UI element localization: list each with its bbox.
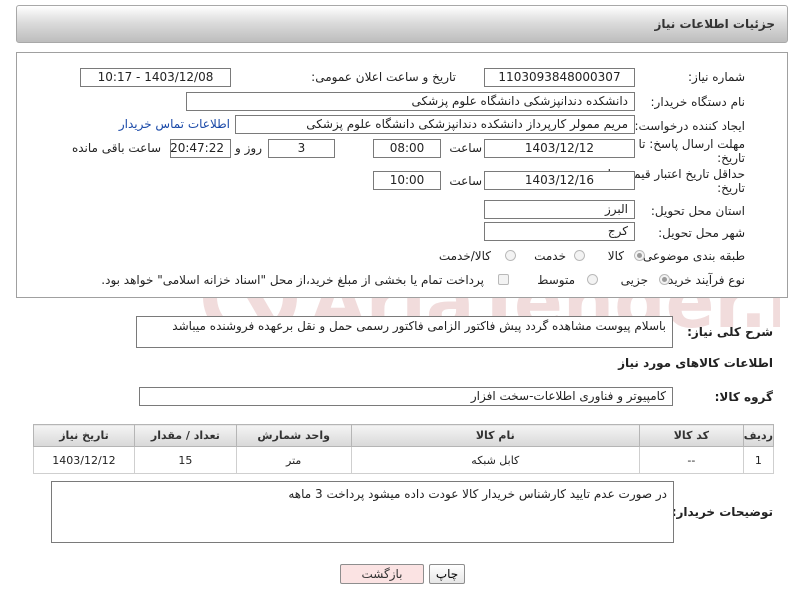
- announce-datetime-field[interactable]: 1403/12/08 - 10:17: [80, 68, 231, 87]
- page-title: جزئیات اطلاعات نیاز: [654, 17, 775, 31]
- reply-deadline-label: مهلت ارسال پاسخ: تا: [638, 137, 745, 151]
- treasury-payment-note: پرداخت تمام یا بخشی از مبلغ خرید،از محل …: [101, 273, 484, 287]
- category-service-label: خدمت: [534, 249, 566, 263]
- announce-label: تاریخ و ساعت اعلان عمومی:: [311, 70, 456, 84]
- cell-row: 1: [742, 446, 775, 474]
- need-number-field[interactable]: 1103093848000307: [484, 68, 635, 87]
- days-remaining-field[interactable]: 3: [268, 139, 335, 158]
- category-goods-service-label: کالا/خدمت: [438, 249, 491, 263]
- cell-code: --: [638, 446, 744, 474]
- validity-date-field[interactable]: 1403/12/16: [484, 171, 635, 190]
- validity-time-label: ساعت: [449, 174, 482, 188]
- col-row-header: ردیف: [742, 424, 775, 447]
- remaining-time-label: ساعت باقی مانده: [71, 141, 161, 155]
- goods-table-header: ردیف کد کالا نام کالا واحد شمارش تعداد /…: [33, 424, 775, 447]
- description-label: شرح کلی نیاز:: [687, 325, 773, 339]
- treasury-payment-checkbox[interactable]: [498, 274, 509, 285]
- cell-qty: 15: [133, 446, 237, 474]
- need-number-label: شماره نیاز:: [688, 70, 745, 84]
- back-button[interactable]: بازگشت: [340, 564, 424, 584]
- col-name-header: نام کالا: [350, 424, 640, 447]
- requester-field[interactable]: مریم ممولر کارپرداز دانشکده دندانپزشکی د…: [235, 115, 635, 134]
- page-header: جزئیات اطلاعات نیاز: [16, 5, 788, 43]
- reply-date-field[interactable]: 1403/12/12: [484, 139, 635, 158]
- buyer-notes-label: توضیحات خریدار:: [671, 505, 773, 519]
- days-and-label: روز و: [235, 141, 262, 155]
- cell-unit: متر: [235, 446, 352, 474]
- reply-deadline-label-date: تاریخ:: [717, 151, 745, 165]
- cell-name: کابل شبکه: [350, 446, 640, 474]
- process-medium-label: متوسط: [537, 273, 575, 287]
- category-goods-radio[interactable]: [634, 250, 645, 261]
- goods-table: ردیف کد کالا نام کالا واحد شمارش تعداد /…: [33, 424, 775, 474]
- requester-label: ایجاد کننده درخواست:: [634, 119, 745, 133]
- buyer-contact-link[interactable]: اطلاعات تماس خریدار: [119, 117, 230, 131]
- remaining-time-field[interactable]: 20:47:22: [170, 139, 231, 158]
- col-unit-header: واحد شمارش: [235, 424, 352, 447]
- process-minor-radio[interactable]: [659, 274, 670, 285]
- reply-time-label: ساعت: [449, 141, 482, 155]
- category-goods-label: کالا: [607, 249, 624, 263]
- cell-date: 1403/12/12: [33, 446, 135, 474]
- process-minor-label: جزیی: [620, 273, 648, 287]
- price-validity-label-date: تاریخ:: [717, 181, 745, 195]
- print-button[interactable]: چاپ: [429, 564, 465, 584]
- goods-section-title: اطلاعات کالاهای مورد نیاز: [618, 356, 773, 370]
- city-label: شهر محل تحویل:: [658, 226, 745, 240]
- category-goods-service-radio[interactable]: [505, 250, 516, 261]
- buyer-org-field[interactable]: دانشکده دندانپزشکی دانشگاه علوم پزشکی: [186, 92, 635, 111]
- process-label: نوع فرآیند خرید :: [660, 273, 745, 287]
- table-row: 1 -- کابل شبکه متر 15 1403/12/12: [33, 446, 775, 474]
- col-code-header: کد کالا: [638, 424, 744, 447]
- col-qty-header: تعداد / مقدار: [133, 424, 237, 447]
- goods-group-label: گروه کالا:: [714, 390, 773, 404]
- buyer-org-label: نام دستگاه خریدار:: [650, 95, 746, 109]
- reply-time-field[interactable]: 08:00: [373, 139, 441, 158]
- buyer-notes-textarea[interactable]: در صورت عدم تایید کارشناس خریدار کالا عو…: [51, 481, 674, 543]
- col-date-header: تاریخ نیاز: [33, 424, 135, 447]
- category-label: طبقه بندی موضوعی:: [638, 249, 745, 263]
- category-service-radio[interactable]: [574, 250, 585, 261]
- city-field[interactable]: کرج: [484, 222, 635, 241]
- process-medium-radio[interactable]: [587, 274, 598, 285]
- validity-time-field[interactable]: 10:00: [373, 171, 441, 190]
- description-textarea[interactable]: باسلام پیوست مشاهده گردد پیش فاکتور الزا…: [136, 316, 673, 348]
- province-field[interactable]: البرز: [484, 200, 635, 219]
- province-label: استان محل تحویل:: [650, 204, 745, 218]
- goods-group-field[interactable]: کامپیوتر و فناوری اطلاعات-سخت افزار: [139, 387, 673, 406]
